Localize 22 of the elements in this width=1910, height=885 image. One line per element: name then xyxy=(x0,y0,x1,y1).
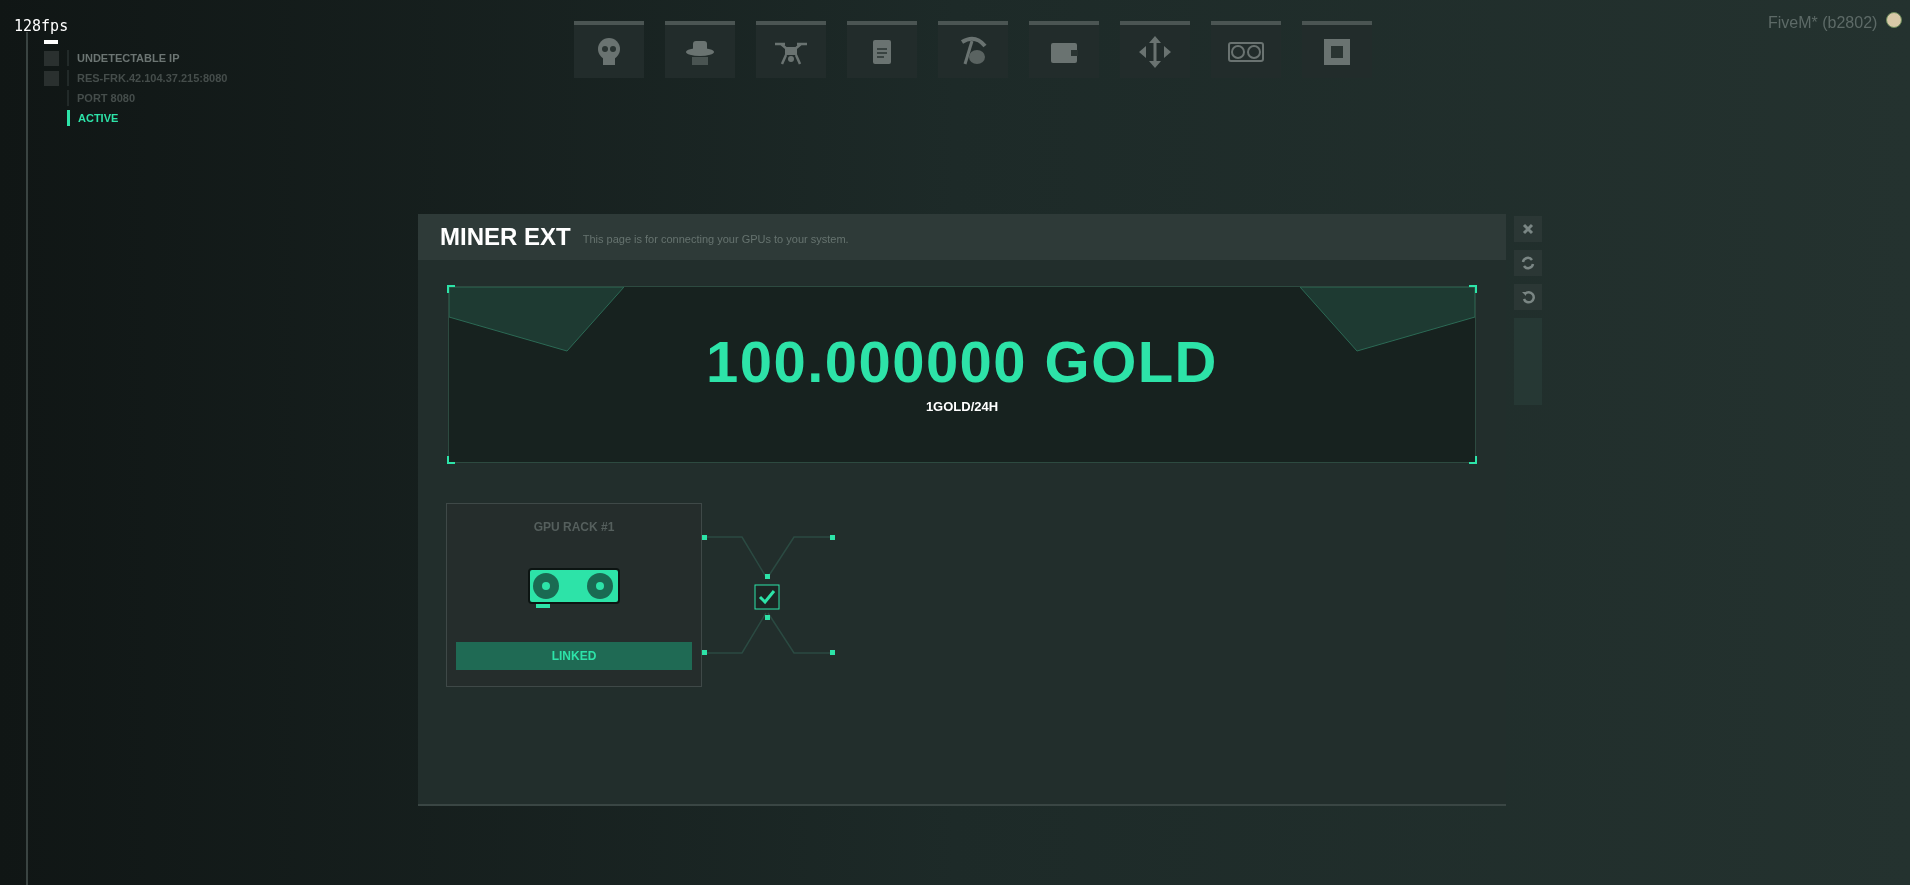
window-title: MINER EXT xyxy=(440,222,571,252)
app-tile[interactable] xyxy=(1029,21,1099,78)
graphics-card-icon xyxy=(528,568,620,610)
link-status: LINKED xyxy=(456,642,692,670)
app-tile[interactable] xyxy=(847,21,917,78)
build-label: FiveM* (b2802) xyxy=(1768,13,1878,33)
network-status: UNDETECTABLE IP xyxy=(77,50,180,66)
app-tile[interactable] xyxy=(756,21,826,78)
undo-button[interactable] xyxy=(1514,284,1542,310)
app-tile[interactable] xyxy=(938,21,1008,78)
refresh-button[interactable] xyxy=(1514,250,1542,276)
undo-icon xyxy=(1521,290,1535,304)
close-icon xyxy=(1522,223,1534,235)
network-status: ACTIVE xyxy=(78,110,119,126)
refresh-icon xyxy=(1521,256,1535,270)
balance-amount: 100.000000 GOLD xyxy=(706,332,1218,391)
app-tile[interactable] xyxy=(665,21,735,78)
mining-rate: 1GOLD/24H xyxy=(925,397,999,416)
close-button[interactable] xyxy=(1514,216,1542,242)
app-tile[interactable] xyxy=(574,21,644,78)
app-tile[interactable] xyxy=(1120,21,1190,78)
fps-counter: 128fps xyxy=(14,16,69,37)
